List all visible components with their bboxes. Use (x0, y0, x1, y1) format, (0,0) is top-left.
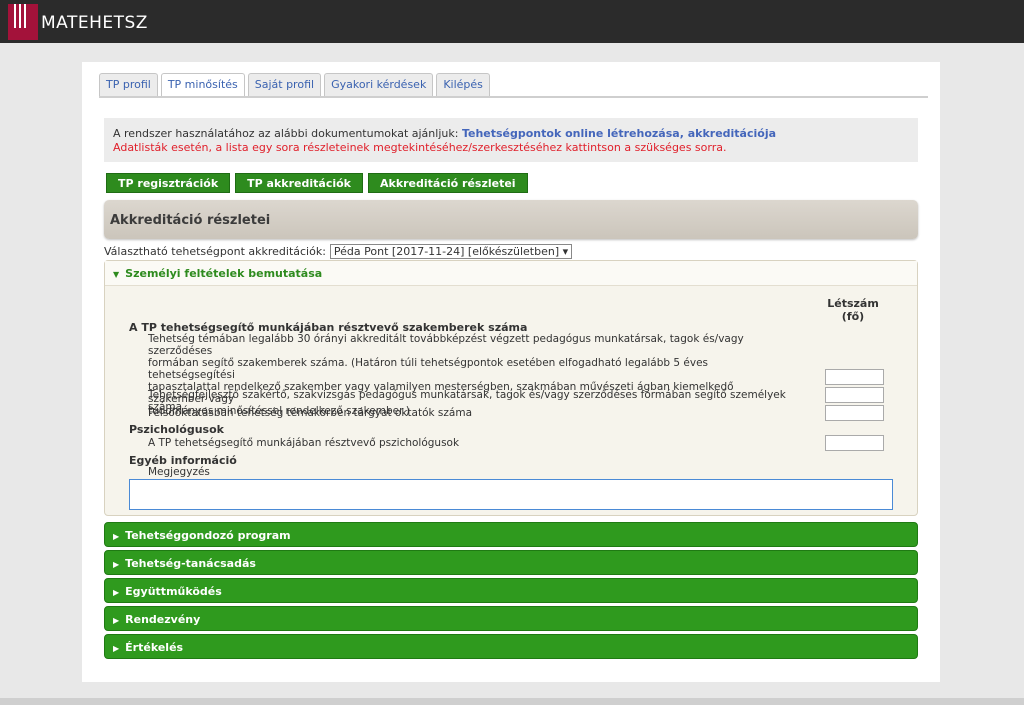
tab-divider (99, 96, 928, 98)
section-evaluation[interactable]: ▶ Értékelés (104, 634, 918, 659)
bottom-border (0, 698, 1024, 705)
note-label: Megjegyzés (148, 466, 210, 478)
caret-right-icon: ▶ (113, 560, 120, 569)
logo-icon (8, 4, 38, 40)
count-column-header: Létszám (fő) (823, 297, 883, 323)
trained-staff-count-input[interactable] (825, 369, 884, 385)
info-box: A rendszer használatához az alábbi dokum… (104, 118, 918, 162)
selector-label: Választható tehetségpont akkreditációk: (104, 244, 326, 258)
tp-accreditations-button[interactable]: TP akkreditációk (235, 173, 363, 193)
lecturers-count-input[interactable] (825, 405, 884, 421)
row-psychologists-label: A TP tehetségsegítő munkájában résztvevő… (148, 437, 460, 449)
row-trained-staff-line-1: Tehetség témában legalább 30 órányi akkr… (148, 333, 744, 357)
section-personnel: ▼ Személyi feltételek bemutatása Létszám … (104, 260, 918, 516)
brand-name: MATEHETSZ (41, 13, 148, 33)
caret-right-icon: ▶ (113, 616, 120, 625)
note-textarea[interactable] (129, 479, 893, 510)
main-content: TP profil TP minősítés Saját profil Gyak… (82, 62, 940, 682)
section-talent-counseling[interactable]: ▶ Tehetség-tanácsadás (104, 550, 918, 575)
section-personnel-title: Személyi feltételek bemutatása (125, 267, 323, 280)
panel-title: Akkreditáció részletei (104, 200, 918, 239)
tp-registrations-button[interactable]: TP regisztrációk (106, 173, 231, 193)
caret-down-icon: ▼ (113, 270, 120, 279)
caret-right-icon: ▶ (113, 532, 120, 541)
row-lecturers-label: Felsőoktatásban tehetség témakörben tárg… (148, 407, 472, 419)
documents-link[interactable]: Tehetségpontok online létrehozása, akkre… (462, 127, 776, 140)
section-talent-program[interactable]: ▶ Tehetséggondozó program (104, 522, 918, 547)
top-bar: MATEHETSZ (0, 0, 1024, 43)
tab-kilepes[interactable]: Kilépés (436, 73, 490, 96)
action-buttons: TP regisztrációk TP akkreditációk Akkred… (106, 173, 528, 193)
tab-tp-minosites[interactable]: TP minősítés (160, 73, 245, 97)
caret-right-icon: ▶ (113, 644, 120, 653)
section-talent-counseling-title: Tehetség-tanácsadás (125, 557, 256, 570)
section-talent-program-title: Tehetséggondozó program (125, 529, 291, 542)
section-personnel-header[interactable]: ▼ Személyi feltételek bemutatása (105, 261, 917, 286)
section-event[interactable]: ▶ Rendezvény (104, 606, 918, 631)
accreditation-select[interactable]: Péda Pont [2017-11-24] [előkészületben] … (329, 243, 573, 259)
caret-right-icon: ▶ (113, 588, 120, 597)
tab-sajat-profil[interactable]: Saját profil (247, 73, 322, 96)
accreditation-details-button[interactable]: Akkreditáció részletei (367, 173, 528, 193)
tab-tp-profil[interactable]: TP profil (99, 73, 158, 96)
group-psychologists-title: Pszichológusok (129, 423, 224, 436)
count-header-label: Létszám (827, 297, 879, 310)
accreditation-selector-row: Választható tehetségpont akkreditációk: … (104, 243, 573, 259)
row-trained-staff-line-2: formában segítő szakemberek száma. (Hatá… (148, 357, 709, 381)
tab-bar: TP profil TP minősítés Saját profil Gyak… (99, 73, 490, 97)
tab-gyakori-kerdesek[interactable]: Gyakori kérdések (324, 73, 434, 96)
warning-text: Adatlisták esetén, a lista egy sora rész… (113, 141, 727, 154)
psychologists-count-input[interactable] (825, 435, 884, 451)
section-cooperation-title: Együttműködés (125, 585, 222, 598)
section-cooperation[interactable]: ▶ Együttműködés (104, 578, 918, 603)
expert-staff-count-input[interactable] (825, 387, 884, 403)
info-text: A rendszer használatához az alábbi dokum… (113, 127, 459, 140)
section-event-title: Rendezvény (125, 613, 201, 626)
section-evaluation-title: Értékelés (125, 641, 184, 654)
count-header-unit: (fő) (841, 310, 865, 323)
